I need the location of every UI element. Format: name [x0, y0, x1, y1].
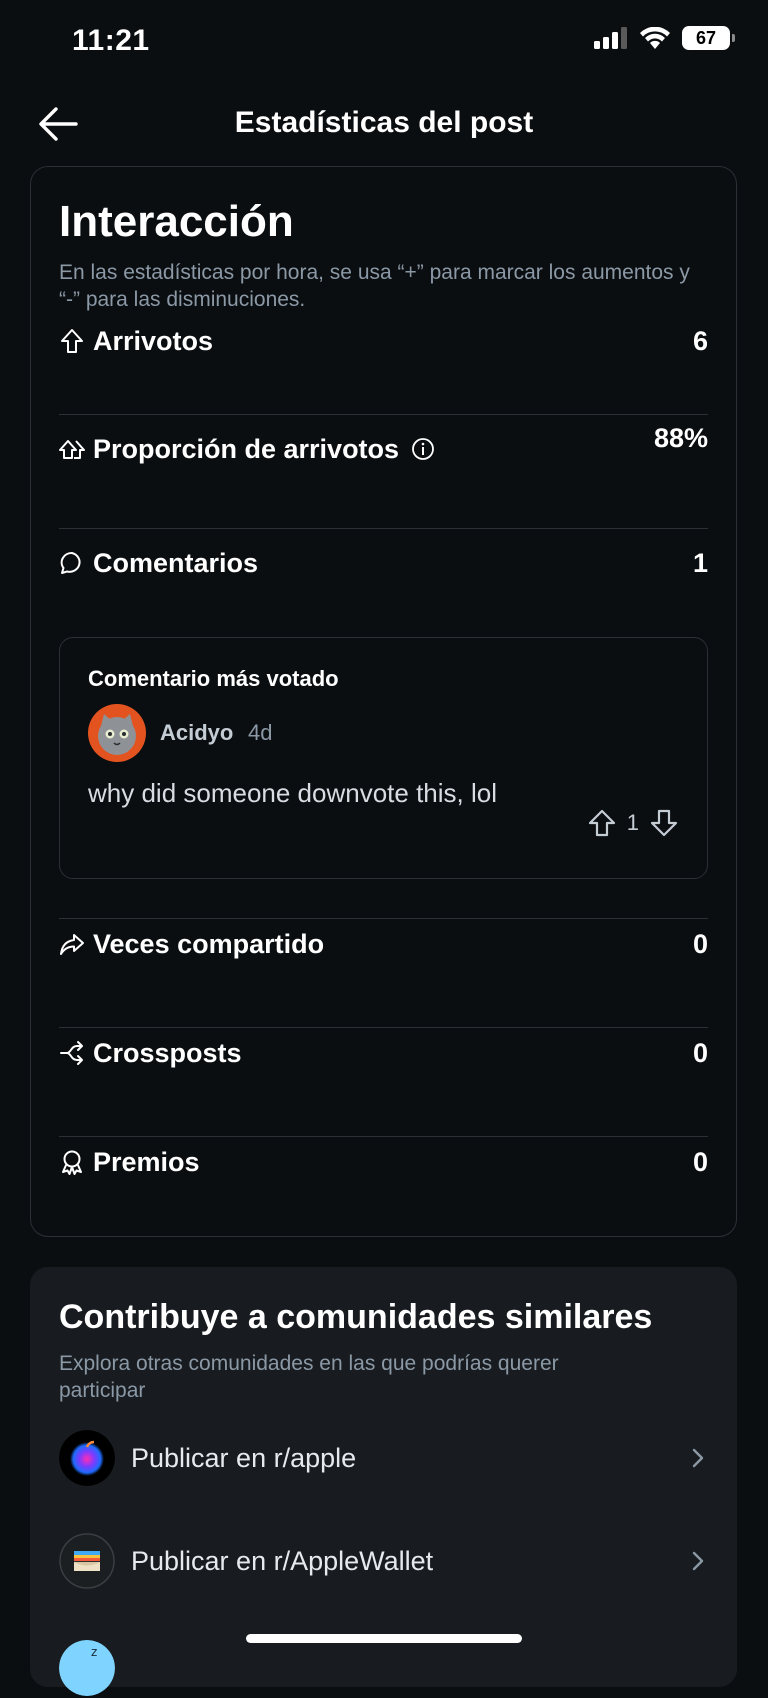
- status-time: 11:21: [72, 24, 150, 57]
- comment-votes: 1: [587, 808, 679, 838]
- page-title: Estadísticas del post: [234, 106, 534, 139]
- divider: [59, 414, 708, 415]
- community-avatar: [59, 1533, 115, 1589]
- nav-bar: Estadísticas del post: [0, 88, 768, 158]
- stat-row-crossposts: Crossposts 0: [59, 1023, 708, 1083]
- avatar[interactable]: [88, 704, 146, 762]
- status-bar: 11:21 67: [0, 0, 768, 84]
- interaction-subtitle: En las estadísticas por hora, se usa “+”…: [59, 261, 690, 311]
- stat-value: 6: [692, 325, 708, 356]
- upvote-icon: [61, 329, 83, 353]
- stat-row-upvotes: Arrivotos 6: [59, 311, 708, 371]
- stat-value: 0: [692, 1037, 708, 1068]
- top-comment-title: Comentario más votado: [88, 666, 339, 691]
- stat-value: 0: [692, 1146, 708, 1177]
- stat-label: Comentarios: [93, 547, 259, 578]
- stat-value: 88%: [653, 423, 708, 453]
- stat-row-upvote-ratio: Proporción de arrivotos 88%: [59, 419, 708, 479]
- community-item-apple[interactable]: Publicar en r/apple: [59, 1428, 708, 1488]
- community-avatar: [59, 1430, 115, 1486]
- battery-icon: 67: [682, 26, 735, 50]
- similar-communities-card: Contribuye a comunidades similares Explo…: [30, 1267, 737, 1696]
- home-indicator[interactable]: [246, 1634, 522, 1643]
- stat-label: Veces compartido: [93, 928, 325, 959]
- community-label: Publicar en r/apple: [131, 1442, 357, 1473]
- chevron-right-icon: [692, 1551, 704, 1571]
- stat-row-awards: Premios 0: [59, 1132, 708, 1192]
- community-avatar: z: [59, 1640, 115, 1696]
- communities-heading: Contribuye a comunidades similares: [59, 1298, 653, 1336]
- stat-value: 1: [692, 547, 708, 578]
- status-icons: 67: [594, 26, 735, 50]
- communities-subtitle: Explora otras comunidades en las que pod…: [59, 1352, 559, 1402]
- comment-author[interactable]: Acidyo: [160, 720, 233, 746]
- interaction-card: Interacción En las estadísticas por hora…: [30, 166, 737, 1237]
- comment-icon: [60, 551, 81, 574]
- signal-icon: [594, 27, 627, 49]
- comment-text: why did someone downvote this, lol: [88, 778, 498, 808]
- interaction-heading: Interacción: [59, 197, 294, 246]
- comment-age: 4d: [248, 720, 273, 745]
- stat-row-comments: Comentarios 1: [59, 533, 708, 593]
- stat-label: Arrivotos: [93, 325, 214, 356]
- community-item-partial[interactable]: z: [59, 1638, 708, 1698]
- share-icon: [60, 934, 84, 955]
- upvote-icon[interactable]: [587, 808, 617, 838]
- stat-row-shares: Veces compartido 0: [59, 914, 708, 974]
- top-comment-card[interactable]: Comentario más votado Acidyo 4d why did …: [59, 637, 708, 879]
- community-label: Publicar en r/AppleWallet: [131, 1545, 434, 1576]
- vote-count: 1: [626, 810, 639, 835]
- downvote-icon[interactable]: [649, 808, 679, 838]
- chevron-right-icon: [692, 1448, 704, 1468]
- stat-value: 0: [692, 928, 708, 959]
- wifi-icon: [640, 27, 670, 49]
- cat-avatar-icon: [98, 714, 136, 755]
- upvote-ratio-icon: [59, 440, 85, 459]
- award-icon: [62, 1150, 82, 1175]
- stat-label: Crossposts: [93, 1037, 242, 1068]
- info-icon[interactable]: [411, 437, 435, 461]
- divider: [59, 528, 708, 529]
- stat-label: Proporción de arrivotos: [93, 433, 400, 464]
- crosspost-icon: [60, 1041, 83, 1065]
- community-item-applewallet[interactable]: Publicar en r/AppleWallet: [59, 1531, 708, 1591]
- svg-text:z: z: [91, 1645, 97, 1659]
- stat-label: Premios: [93, 1146, 200, 1177]
